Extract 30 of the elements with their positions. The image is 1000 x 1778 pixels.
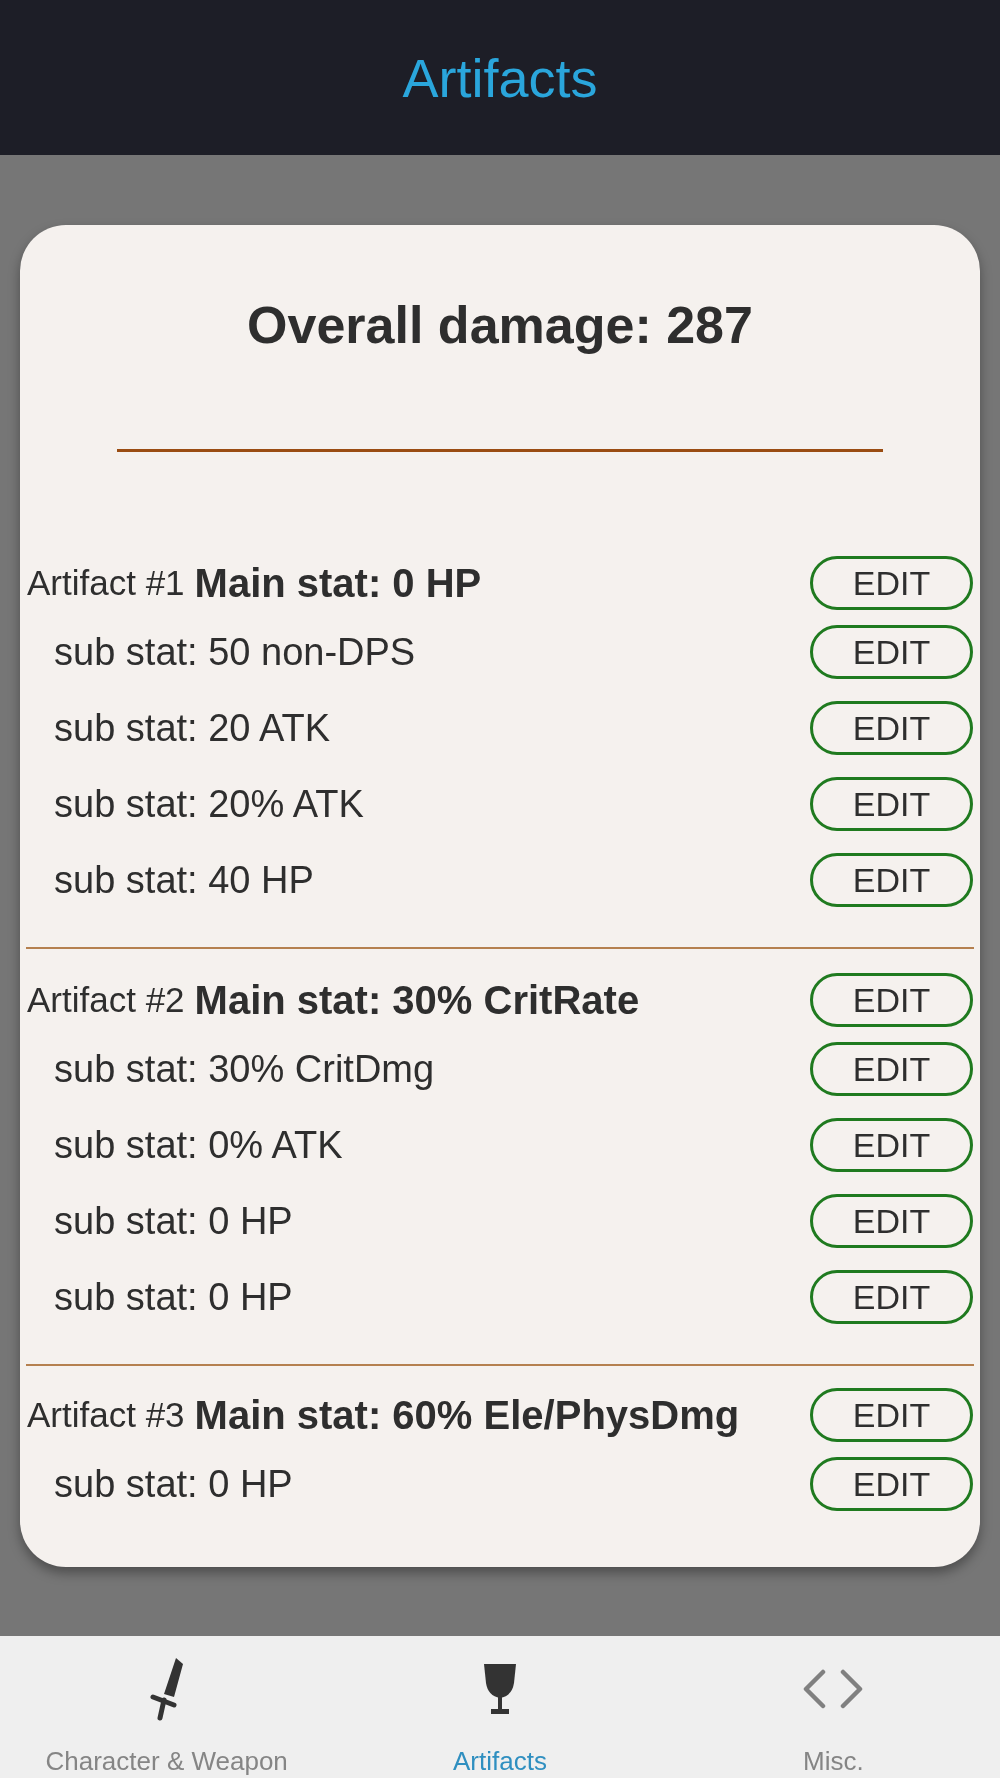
sub-stat-label: sub stat: 0% ATK [54,1123,343,1168]
sub-stat-label: sub stat: 0 HP [54,1199,293,1244]
sub-stat-label: sub stat: 20 ATK [54,706,330,751]
edit-button[interactable]: EDIT [810,556,973,610]
edit-button[interactable]: EDIT [810,853,973,907]
sub-stat-label: sub stat: 0 HP [54,1462,293,1507]
edit-button[interactable]: EDIT [810,1042,973,1096]
edit-button[interactable]: EDIT [810,701,973,755]
edit-button[interactable]: EDIT [810,777,973,831]
edit-button[interactable]: EDIT [810,1457,973,1511]
sub-stat-label: sub stat: 20% ATK [54,782,364,827]
edit-button[interactable]: EDIT [810,1118,973,1172]
screen-title: Artifacts [402,46,598,110]
artifact-label: Artifact #3 [27,1394,185,1436]
edit-button[interactable]: EDIT [810,1388,973,1442]
main-stat-label: Main stat: 60% Ele/PhysDmg [194,1392,740,1439]
sub-stat-label: sub stat: 30% CritDmg [54,1047,435,1092]
sub-stat-label: sub stat: 40 HP [54,858,314,903]
damage-total: Overall damage: 287 [247,295,753,355]
artifact-label: Artifact #1 [27,562,185,604]
main-stat-label: Main stat: 0 HP [194,560,482,607]
edit-button[interactable]: EDIT [810,625,973,679]
goblet-icon [483,1663,517,1715]
sub-stat-label: sub stat: 0 HP [54,1275,293,1320]
edit-button[interactable]: EDIT [810,1270,973,1324]
main-stat-label: Main stat: 30% CritRate [194,977,640,1024]
edit-button[interactable]: EDIT [810,1194,973,1248]
edit-button[interactable]: EDIT [810,973,973,1027]
sub-stat-label: sub stat: 50 non-DPS [54,630,416,675]
artifact-label: Artifact #2 [27,979,185,1021]
